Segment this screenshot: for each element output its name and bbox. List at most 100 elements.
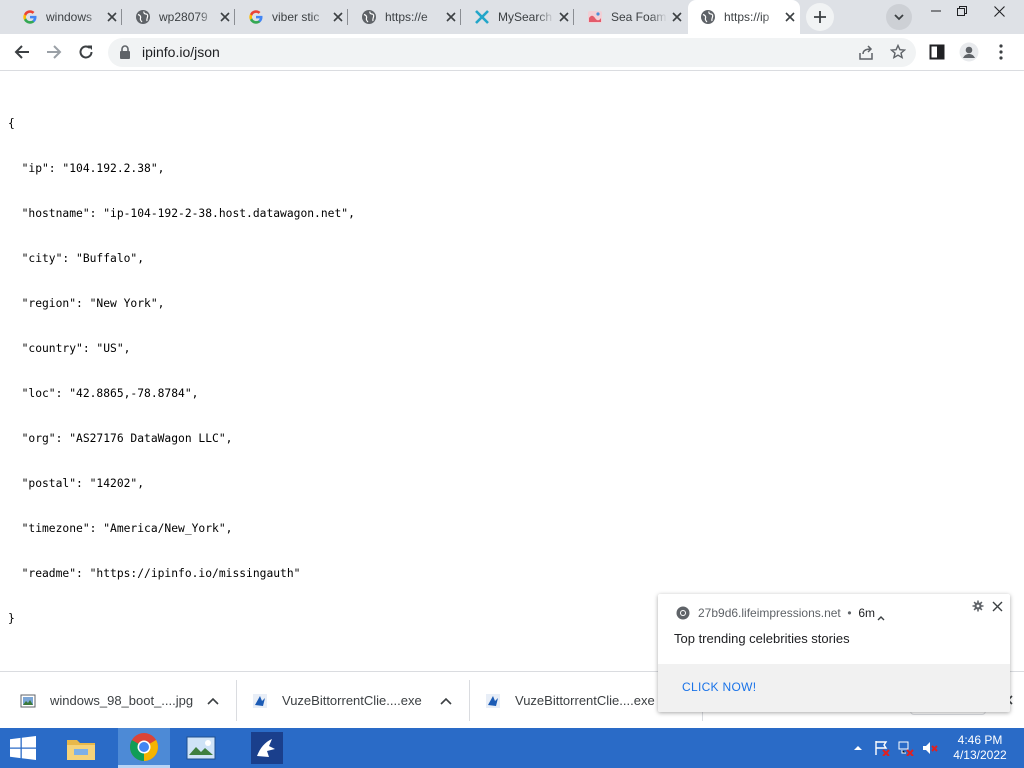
close-icon[interactable] <box>669 9 685 25</box>
new-tab-button[interactable] <box>806 3 834 31</box>
restore-button[interactable] <box>945 0 979 22</box>
window-close-button[interactable] <box>982 0 1016 22</box>
network-warning-icon[interactable] <box>898 740 914 756</box>
seafoam-icon <box>587 9 603 25</box>
json-line: "readme": "https://ipinfo.io/missingauth… <box>8 567 301 580</box>
json-line: "ip": "104.192.2.38", <box>8 162 165 175</box>
tab-title: https://ip <box>724 10 770 24</box>
json-line: "org": "AS27176 DataWagon LLC", <box>8 432 233 445</box>
tab-wp28079[interactable]: wp28079 <box>123 0 235 34</box>
json-line: { <box>8 117 15 130</box>
json-line: "loc": "42.8865,-78.8784", <box>8 387 199 400</box>
notification-origin-text: 27b9d6.lifeimpressions.net <box>698 606 841 620</box>
notification-origin: 27b9d6.lifeimpressions.net • 6m <box>698 606 875 620</box>
close-icon[interactable] <box>330 9 346 25</box>
tab-title: Sea Foam <box>611 10 667 24</box>
arrow-left-icon <box>14 45 29 59</box>
browser-toolbar: ipinfo.io/json <box>0 34 1024 71</box>
chrome-taskbar-button[interactable] <box>118 728 170 768</box>
flag-warning-icon[interactable] <box>874 740 890 756</box>
image-viewer-button[interactable] <box>178 728 224 768</box>
chevron-up-icon[interactable] <box>438 693 454 709</box>
json-line: "region": "New York", <box>8 297 165 310</box>
tab-title: windows <box>46 10 93 24</box>
tab-title: wp28079 <box>159 10 208 24</box>
globe-icon <box>135 9 151 25</box>
json-line: "timezone": "America/New_York", <box>8 522 233 535</box>
installer-icon <box>253 693 267 708</box>
arrow-right-icon <box>47 45 62 59</box>
picture-icon <box>186 736 216 760</box>
close-icon[interactable] <box>104 9 120 25</box>
chevron-down-icon <box>894 14 904 21</box>
tab-windows[interactable]: windows <box>10 0 122 34</box>
forward-button[interactable] <box>39 37 69 67</box>
restore-icon <box>957 6 967 16</box>
avatar-icon <box>959 42 979 62</box>
chrome-icon <box>130 732 158 761</box>
share-icon[interactable] <box>858 45 874 64</box>
tab-mysearch[interactable]: MySearch <box>462 0 574 34</box>
click-now-button[interactable]: CLICK NOW! <box>682 680 756 694</box>
chevron-up-icon[interactable] <box>850 740 866 756</box>
json-line: "country": "US", <box>8 342 131 355</box>
folder-icon <box>67 740 95 760</box>
side-panel-button[interactable] <box>922 37 952 67</box>
notification-action-row: CLICK NOW! <box>658 664 1010 712</box>
chevron-up-icon[interactable] <box>205 693 221 709</box>
side-panel-icon <box>929 44 945 60</box>
download-item[interactable]: VuzeBittorrentClie....exe <box>252 672 468 729</box>
clock-time: 4:46 PM <box>957 733 1003 747</box>
chevron-up-icon[interactable] <box>877 609 885 624</box>
close-icon <box>993 5 1005 17</box>
tab-sea-foam[interactable]: Sea Foam <box>575 0 687 34</box>
menu-button[interactable] <box>986 37 1016 67</box>
reload-icon <box>79 45 93 59</box>
tab-https-e[interactable]: https://e <box>349 0 461 34</box>
volume-muted-icon[interactable] <box>922 740 938 756</box>
clock-date: 4/13/2022 <box>953 748 1007 762</box>
gear-icon[interactable] <box>972 600 984 615</box>
more-vert-icon <box>999 44 1003 60</box>
tab-title: viber stic <box>272 10 320 24</box>
system-clock[interactable]: 4:46 PM 4/13/2022 <box>940 733 1020 763</box>
google-icon <box>248 9 264 25</box>
tab-title: MySearch <box>498 10 553 24</box>
vuze-button[interactable] <box>244 728 290 768</box>
google-icon <box>22 9 38 25</box>
notification-age: 6m <box>858 606 875 620</box>
image-file-icon <box>20 694 36 707</box>
tab-ipinfo-active[interactable]: https://ip <box>688 0 800 34</box>
close-icon[interactable] <box>217 9 233 25</box>
start-button[interactable] <box>0 728 46 768</box>
plus-icon <box>814 11 826 23</box>
back-button[interactable] <box>7 37 37 67</box>
download-filename: windows_98_boot_....jpg <box>50 693 194 708</box>
file-explorer-button[interactable] <box>58 728 104 768</box>
close-icon[interactable] <box>443 9 459 25</box>
mysearch-icon <box>474 9 490 25</box>
tab-strip: windows wp28079 viber stic https://e MyS… <box>0 0 1024 34</box>
globe-icon <box>361 9 377 25</box>
close-icon[interactable] <box>556 9 572 25</box>
download-filename: VuzeBittorrentClie....exe <box>515 693 655 708</box>
installer-icon <box>486 693 500 708</box>
download-item[interactable]: windows_98_boot_....jpg <box>20 672 236 729</box>
minimize-icon <box>931 10 941 12</box>
windows-logo-icon <box>10 736 36 760</box>
close-icon[interactable] <box>782 9 798 25</box>
web-notification[interactable]: 27b9d6.lifeimpressions.net • 6m Top tren… <box>658 594 1010 712</box>
profile-button[interactable] <box>954 37 984 67</box>
notification-message: Top trending celebrities stories <box>674 631 850 646</box>
tab-search-button[interactable] <box>886 4 912 30</box>
globe-icon <box>700 9 716 25</box>
chrome-icon <box>676 606 690 623</box>
reload-button[interactable] <box>71 37 101 67</box>
address-bar[interactable]: ipinfo.io/json <box>108 38 916 67</box>
tab-title: https://e <box>385 10 428 24</box>
lock-icon[interactable] <box>119 45 131 62</box>
taskbar: 4:46 PM 4/13/2022 <box>0 728 1024 768</box>
tab-viber-stickers[interactable]: viber stic <box>236 0 348 34</box>
close-icon[interactable] <box>992 600 1003 615</box>
star-icon[interactable] <box>889 43 907 63</box>
